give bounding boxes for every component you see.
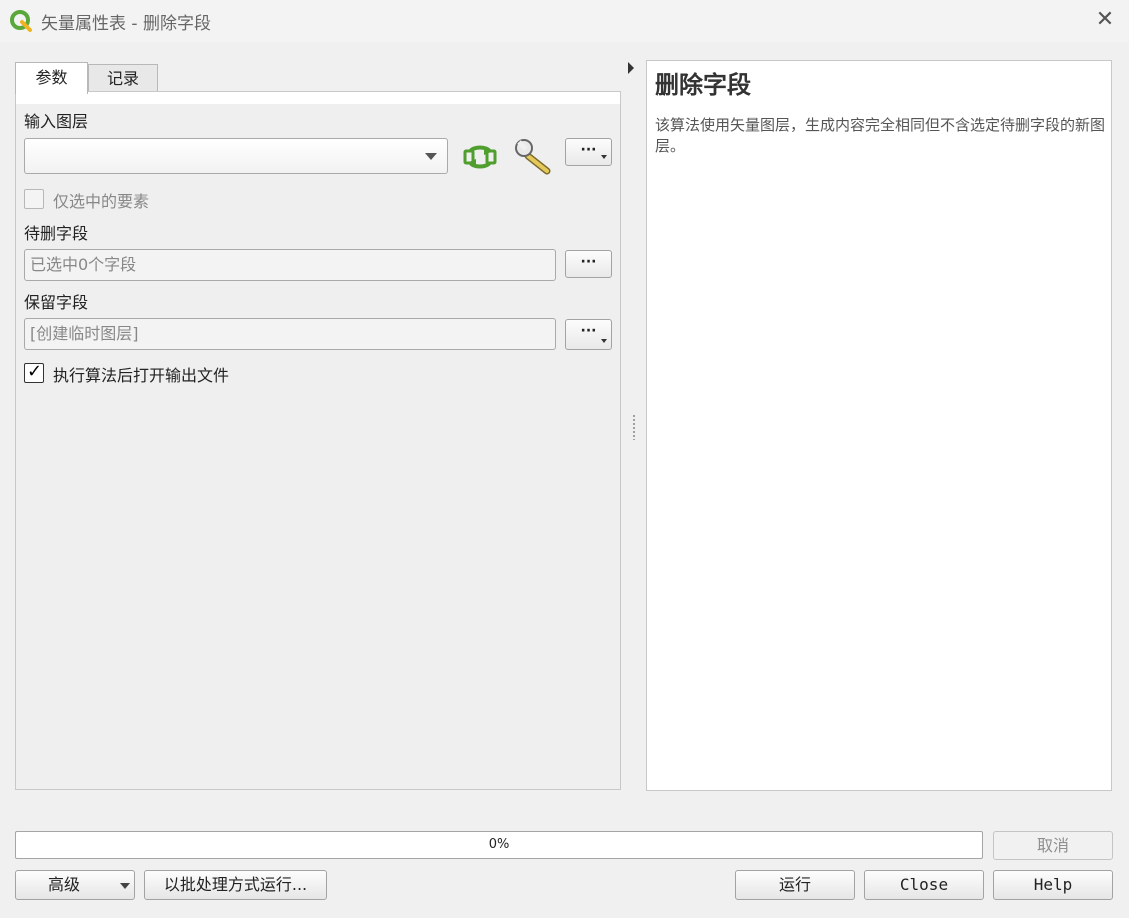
- retained-fields-field[interactable]: [创建临时图层]: [24, 318, 556, 350]
- selected-only-checkbox[interactable]: [24, 189, 44, 209]
- check-icon: ✓: [27, 361, 43, 382]
- advanced-button[interactable]: 高级: [15, 870, 135, 900]
- fields-to-drop-field[interactable]: 已选中0个字段: [24, 249, 556, 281]
- chevron-down-icon: [425, 153, 437, 160]
- input-layer-options-button[interactable]: ···: [565, 138, 612, 166]
- collapse-help-arrow-icon[interactable]: [628, 62, 634, 74]
- tab-log[interactable]: 记录: [88, 64, 158, 92]
- cancel-button[interactable]: 取消: [993, 831, 1113, 860]
- fields-to-drop-button[interactable]: ···: [565, 250, 612, 278]
- input-layer-label: 输入图层: [24, 112, 89, 131]
- input-layer-combo[interactable]: [24, 138, 448, 174]
- progress-label: 0%: [488, 837, 510, 852]
- batch-process-button[interactable]: 以批处理方式运行...: [144, 870, 327, 900]
- window-title: 矢量属性表 - 删除字段: [41, 14, 211, 34]
- open-output-label: 执行算法后打开输出文件: [53, 366, 230, 385]
- chevron-down-icon: [601, 339, 607, 343]
- run-button[interactable]: 运行: [735, 870, 855, 900]
- qgis-icon: [10, 10, 32, 32]
- help-pane: 删除字段 该算法使用矢量图层，生成内容完全相同但不含选定待删字段的新图层。: [646, 60, 1112, 791]
- close-icon[interactable]: ✕: [1092, 6, 1118, 34]
- progress-bar: 0%: [15, 831, 983, 859]
- help-button[interactable]: Help: [993, 870, 1113, 900]
- retained-fields-label: 保留字段: [24, 293, 89, 312]
- refresh-icon[interactable]: [462, 140, 498, 174]
- chevron-down-icon: [601, 155, 607, 159]
- title-bar: 矢量属性表 - 删除字段 ✕: [0, 0, 1129, 42]
- selected-only-label: 仅选中的要素: [53, 192, 150, 211]
- open-output-checkbox[interactable]: ✓: [24, 361, 44, 383]
- tab-parameters[interactable]: 参数: [15, 62, 88, 94]
- splitter-handle[interactable]: [632, 414, 636, 440]
- close-button[interactable]: Close: [864, 870, 984, 900]
- help-title: 删除字段: [655, 71, 751, 99]
- fields-to-drop-label: 待删字段: [24, 224, 89, 243]
- chevron-down-icon: [120, 883, 130, 889]
- help-description: 该算法使用矢量图层，生成内容完全相同但不含选定待删字段的新图层。: [655, 116, 1106, 155]
- wrench-icon[interactable]: [514, 138, 554, 176]
- retained-fields-button[interactable]: ···: [565, 319, 612, 350]
